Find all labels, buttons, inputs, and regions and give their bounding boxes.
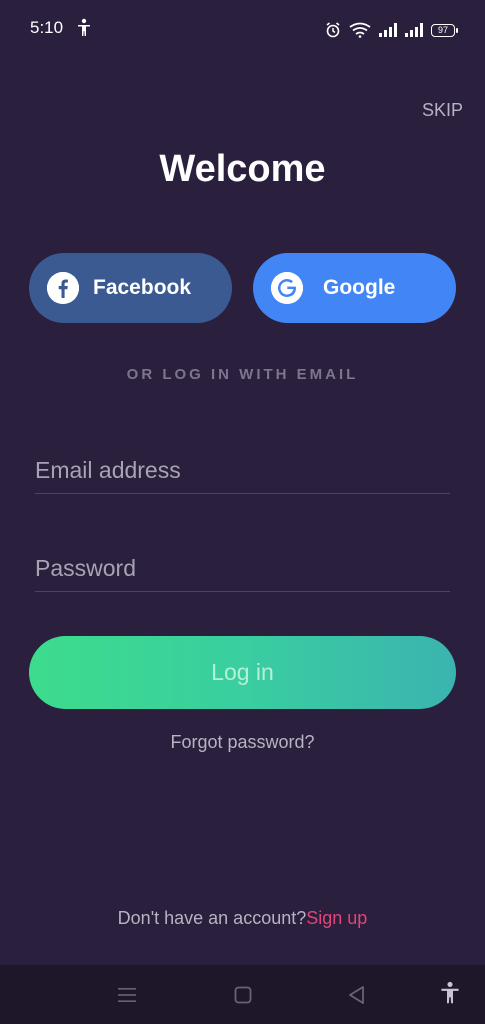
signup-link[interactable]: Sign up: [306, 908, 367, 928]
facebook-login-button[interactable]: Facebook: [29, 253, 232, 323]
status-bar: 5:10 97: [0, 0, 485, 60]
email-field[interactable]: [35, 450, 450, 494]
password-field[interactable]: [35, 548, 450, 592]
signal-icon: [379, 23, 397, 37]
login-button[interactable]: Log in: [29, 636, 456, 709]
wifi-icon: [349, 22, 371, 38]
signup-prompt: Don't have an account?: [117, 908, 307, 928]
home-icon[interactable]: [231, 983, 255, 1007]
page-title: Welcome: [159, 148, 326, 190]
system-nav-bar: [0, 965, 485, 1024]
facebook-icon: [47, 272, 79, 304]
google-label: Google: [323, 276, 396, 299]
email-input[interactable]: [35, 450, 450, 490]
battery-icon: 97: [431, 23, 458, 37]
accessibility-icon: [78, 18, 90, 36]
status-icons: 97: [325, 20, 458, 40]
signal-icon: [405, 23, 423, 37]
menu-icon[interactable]: [115, 983, 139, 1007]
alarm-icon: [326, 22, 340, 38]
google-icon: [271, 272, 303, 304]
status-time: 5:10: [30, 18, 64, 37]
forgot-password-link[interactable]: Forgot password?: [0, 732, 485, 753]
signup-prompt-row: Don't have an account?Sign up: [0, 908, 485, 929]
accessibility-icon[interactable]: [438, 981, 462, 1005]
battery-level: 97: [437, 25, 448, 35]
back-icon[interactable]: [345, 983, 369, 1007]
email-login-divider: OR LOG IN WITH EMAIL: [126, 366, 359, 383]
facebook-label: Facebook: [93, 276, 192, 299]
password-input[interactable]: [35, 548, 450, 588]
skip-button[interactable]: SKIP: [422, 100, 463, 121]
google-login-button[interactable]: Google: [253, 253, 456, 323]
